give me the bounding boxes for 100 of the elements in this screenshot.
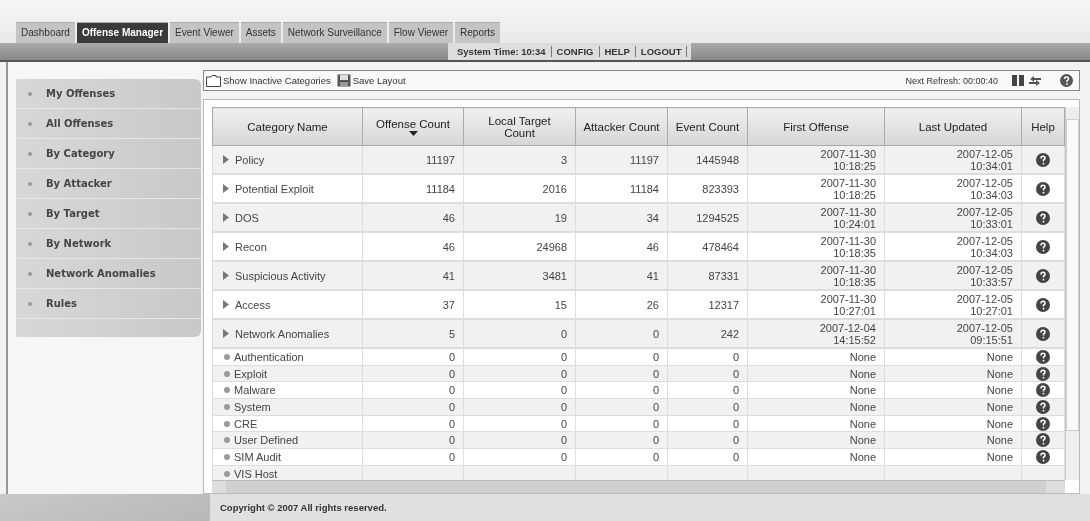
sidebar-item[interactable]: By Target: [16, 199, 201, 229]
count-value: 0: [732, 367, 739, 380]
count-value: 0: [732, 384, 739, 397]
count-value: 34: [646, 211, 659, 224]
timestamp: 2007-12-05 10:33:57: [955, 263, 1013, 288]
expand-arrow-icon[interactable]: [223, 299, 229, 309]
horizontal-scrollbar[interactable]: [212, 480, 1065, 493]
help-icon[interactable]: [1036, 433, 1050, 448]
column-header[interactable]: First Offense: [747, 107, 885, 146]
header-link[interactable]: HELP: [599, 46, 636, 57]
expand-arrow-icon[interactable]: [223, 154, 229, 164]
help-icon[interactable]: [1036, 239, 1050, 254]
timestamp: None: [848, 434, 876, 447]
header-link[interactable]: CONFIG: [551, 46, 600, 57]
sidebar-item[interactable]: By Network: [16, 229, 201, 259]
column-header[interactable]: Event Count: [667, 107, 748, 146]
category-name: Authentication: [221, 350, 304, 363]
pause-icon[interactable]: [1012, 75, 1024, 86]
header-link[interactable]: LOGOUT: [635, 46, 688, 57]
sidebar-item[interactable]: Network Anomalies: [16, 259, 201, 289]
help-icon[interactable]: [1036, 181, 1050, 196]
count-value: 0: [560, 350, 567, 363]
count-value: 0: [560, 327, 567, 340]
help-icon[interactable]: [1036, 326, 1050, 341]
bullet-icon: [224, 453, 230, 460]
nav-tab[interactable]: Network Surveillance: [282, 22, 387, 43]
timestamp: None: [985, 367, 1013, 380]
expand-arrow-icon[interactable]: [223, 183, 229, 193]
timestamp: None: [848, 400, 876, 413]
category-name: User Defined: [221, 434, 299, 447]
nav-tab[interactable]: Offense Manager: [76, 22, 169, 43]
nav-tab[interactable]: Dashboard: [16, 22, 75, 43]
timestamp: 2007-12-05 10:34:03: [955, 176, 1013, 201]
sidebar-item[interactable]: Rules: [16, 289, 201, 319]
column-header[interactable]: Category Name: [212, 107, 363, 146]
column-header[interactable]: Attacker Count: [575, 107, 668, 146]
count-value: 0: [448, 350, 455, 363]
count-value: 0: [560, 367, 567, 380]
expand-arrow-icon[interactable]: [223, 270, 229, 280]
sidebar-item[interactable]: By Attacker: [16, 169, 201, 199]
category-name[interactable]: Recon: [221, 240, 267, 253]
column-header[interactable]: Offense Count: [362, 107, 464, 146]
help-icon[interactable]: [1036, 349, 1050, 364]
expand-arrow-icon[interactable]: [223, 328, 229, 338]
nav-tab[interactable]: Event Viewer: [170, 22, 239, 43]
help-icon[interactable]: [1060, 74, 1073, 87]
help-icon[interactable]: [1036, 366, 1050, 381]
nav-tab[interactable]: Assets: [240, 22, 281, 43]
count-value: 15: [554, 298, 567, 311]
count-value: 11184: [426, 182, 455, 195]
category-name[interactable]: Access: [221, 298, 271, 311]
expand-arrow-icon[interactable]: [223, 241, 229, 251]
help-icon[interactable]: [1036, 416, 1050, 431]
help-icon[interactable]: [1036, 399, 1050, 414]
nav-tab[interactable]: Flow Viewer: [388, 22, 454, 43]
count-value: 46: [442, 211, 455, 224]
count-value: 5: [448, 327, 455, 340]
count-value: 3481: [542, 269, 567, 282]
save-layout-button[interactable]: Save Layout: [336, 74, 406, 87]
nav-tab[interactable]: Reports: [455, 22, 501, 43]
category-name: VIS Host: [221, 467, 278, 480]
count-value: 0: [448, 400, 455, 413]
count-value: 2016: [542, 182, 567, 195]
sort-descending-icon: [408, 130, 418, 136]
column-header[interactable]: Last Updated: [884, 107, 1022, 146]
count-value: 0: [448, 417, 455, 430]
category-name[interactable]: DOS: [221, 211, 259, 224]
count-value: 0: [732, 450, 739, 463]
count-value: 37: [442, 298, 455, 311]
count-value: 0: [732, 434, 739, 447]
timestamp: None: [848, 384, 876, 397]
help-icon[interactable]: [1036, 152, 1050, 167]
category-name: CRE: [221, 417, 258, 430]
sidebar-item[interactable]: My Offenses: [16, 79, 201, 109]
count-value: 0: [652, 400, 659, 413]
category-name: Exploit: [221, 367, 268, 380]
timestamp: 2007-11-30 10:18:35: [819, 263, 876, 288]
timestamp: None: [985, 434, 1013, 447]
count-value: 1294525: [696, 211, 739, 224]
save-icon: [336, 74, 351, 87]
help-icon[interactable]: [1036, 268, 1050, 283]
help-icon[interactable]: [1036, 210, 1050, 225]
sidebar-item[interactable]: By Category: [16, 139, 201, 169]
timestamp: 2007-12-05 10:34:03: [955, 234, 1013, 259]
system-time: System Time: 10:34: [452, 46, 552, 57]
column-header[interactable]: Local Target Count: [463, 107, 576, 146]
refresh-icon[interactable]: [1028, 74, 1042, 87]
timestamp: 2007-11-30 10:24:01: [819, 205, 876, 230]
category-name[interactable]: Policy: [221, 153, 265, 166]
timestamp: None: [848, 450, 876, 463]
column-header[interactable]: Help: [1021, 107, 1065, 146]
count-value: 0: [448, 367, 455, 380]
count-value: 0: [448, 450, 455, 463]
help-icon[interactable]: [1036, 383, 1050, 398]
vertical-scrollbar[interactable]: [1065, 107, 1079, 480]
help-icon[interactable]: [1036, 297, 1050, 312]
expand-arrow-icon[interactable]: [223, 212, 229, 222]
count-value: 11184: [630, 182, 659, 195]
help-icon[interactable]: [1036, 450, 1050, 464]
sidebar-item[interactable]: All Offenses: [16, 109, 201, 139]
